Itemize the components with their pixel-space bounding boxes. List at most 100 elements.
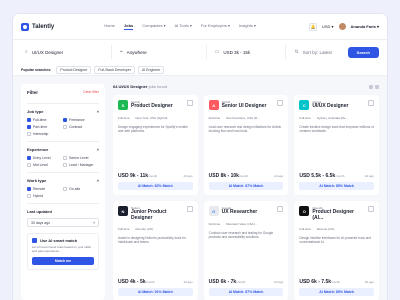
bookmark-icon[interactable] [186, 100, 193, 106]
search-button[interactable]: Search [347, 46, 379, 58]
location-field[interactable]: ⌖ Anywhere [116, 45, 207, 59]
top-nav: Talently Home Jobs Companies ▾ AI Tools … [13, 14, 387, 40]
job-title[interactable]: Product Designer [131, 103, 184, 110]
bookmark-icon[interactable] [277, 206, 284, 212]
checkbox-part-time[interactable]: Part-time [27, 125, 63, 129]
ai-match-badge[interactable]: AI Match: 91% Match [118, 288, 193, 296]
job-card[interactable]: C Canva UI/UX Designer Full-time Sydney,… [294, 95, 379, 195]
main-content: Filter Clear filter Job type ˄ Full-time … [13, 76, 387, 300]
checkbox-full-time[interactable]: Full-time [27, 118, 63, 122]
main-menu: Home Jobs Companies ▾ AI Tools ▾ For Emp… [104, 23, 256, 30]
view-toggle[interactable] [369, 84, 379, 89]
option-label: Full-time [33, 118, 47, 122]
job-type: Full-time [208, 116, 221, 120]
chevron-up-icon: ˄ [96, 178, 99, 183]
user-name[interactable]: Ananda Faris ▾ [351, 24, 379, 29]
job-type: Full-time [208, 222, 221, 226]
list-view-icon[interactable] [375, 84, 379, 89]
ai-match-title: Use AI smart match [32, 238, 94, 243]
checkbox-icon [27, 118, 31, 122]
nav-item-insights[interactable]: Insights ▾ [239, 23, 256, 30]
select-value: 30 days ago [31, 220, 51, 225]
job-title[interactable]: Product Designer (AI... [312, 209, 365, 221]
clear-filter-link[interactable]: Clear filter [83, 90, 99, 95]
job-title[interactable]: Senior UI Designer [222, 103, 275, 110]
posted-ago: 4d ago [364, 174, 374, 178]
nav-item-home[interactable]: Home [104, 23, 115, 30]
popular-chip[interactable]: AI Engineer [137, 65, 165, 74]
salary: USD 6k - 7.5k/month [299, 279, 341, 285]
bookmark-icon[interactable] [277, 100, 284, 106]
match-me-button[interactable]: Match me [32, 256, 94, 265]
nav-item-jobs[interactable]: Jobs [123, 23, 134, 30]
posted-ago: 5d ago [274, 280, 284, 284]
nav-item-employers[interactable]: For Employers ▾ [201, 23, 230, 30]
checkbox-remote[interactable]: Remote [27, 187, 63, 191]
job-card[interactable]: N Notion Junior Product Designer Full-ti… [113, 201, 198, 300]
salary: USD 5.5k - 6.5k/month [299, 173, 345, 179]
bell-icon[interactable]: 🔔 [308, 22, 317, 31]
ai-match-badge[interactable]: AI Match: 82% Match [118, 182, 193, 190]
grid-view-icon[interactable] [369, 84, 373, 89]
brand[interactable]: Talently [21, 22, 54, 31]
checkbox-icon [63, 163, 67, 167]
job-card[interactable]: O OpenAI Product Designer (AI... Full-ti… [294, 201, 379, 300]
checkbox-hybrid[interactable]: Hybrid [27, 194, 63, 198]
checkbox-icon [63, 125, 67, 129]
checkbox-lead-manager[interactable]: Lead / Manager [63, 163, 99, 167]
experience-section: Experience ˄ Entry Level Senior Level Mid… [27, 141, 99, 167]
job-location: New York, USA (Hybrid) [135, 116, 168, 120]
bookmark-icon[interactable] [186, 206, 193, 212]
ai-match-badge[interactable]: AI Match: 89% Match [299, 288, 374, 296]
section-title[interactable]: Job type ˄ [27, 109, 99, 114]
last-updated-select[interactable]: 30 days ago ˅ [27, 218, 99, 227]
popular-chip[interactable]: Product Designer [56, 65, 92, 74]
job-card[interactable]: G Google UX Researcher Full-time Mountai… [203, 201, 289, 300]
sort-select[interactable]: ⇅ Sort by: Latest [290, 45, 343, 59]
option-label: Hybrid [33, 194, 44, 198]
checkbox-internship[interactable]: Internship [27, 132, 63, 136]
posted-ago: 2d ago [183, 174, 193, 178]
option-label: Freelance [69, 118, 85, 122]
checkbox-on-site[interactable]: On-site [63, 187, 99, 191]
checkbox-mid-level[interactable]: Mid Level [27, 163, 63, 167]
filter-header: Filter Clear filter [27, 90, 99, 95]
option-label: Lead / Manager [69, 163, 94, 167]
checkbox-contract[interactable]: Contract [63, 125, 99, 129]
job-type: Full-time [118, 116, 130, 120]
jobs-panel: 64 UI/UX Designer jobs found S Spotify P… [113, 84, 379, 300]
ai-match-card: Use AI smart match Let AI recommend role… [27, 233, 99, 270]
job-title[interactable]: Junior Product Designer [131, 209, 184, 221]
ai-match-badge[interactable]: AI Match: 85% Match [299, 182, 374, 190]
checkbox-senior-level[interactable]: Senior Level [63, 156, 99, 160]
job-location: Remote (US) [316, 227, 335, 231]
chevron-up-icon: ˄ [96, 147, 99, 152]
nav-item-companies[interactable]: Companies ▾ [142, 23, 165, 30]
currency-select[interactable]: USD ▾ [322, 24, 334, 29]
location-value: Anywhere [126, 49, 147, 55]
checkbox-icon [27, 187, 31, 191]
job-description: Design engaging experiences for Spotify'… [118, 125, 188, 134]
chevron-up-icon: ˄ [96, 109, 99, 114]
checkbox-icon [27, 132, 31, 136]
section-title[interactable]: Work type ˄ [27, 178, 99, 183]
bookmark-icon[interactable] [367, 206, 374, 212]
ai-match-badge[interactable]: AI Match: 87% Match [208, 288, 284, 296]
popular-chip[interactable]: Full-Stack Developer [94, 65, 135, 74]
keyword-field[interactable]: ⌕ UI/UX Designer [21, 45, 112, 59]
avatar[interactable] [338, 23, 346, 30]
bookmark-icon[interactable] [367, 100, 374, 106]
ai-match-badge[interactable]: AI Match: 87% Match [208, 182, 284, 190]
job-title[interactable]: UX Researcher [222, 209, 275, 216]
section-title[interactable]: Experience ˄ [27, 147, 99, 152]
job-card[interactable]: S Spotify Product Designer Full-time New… [113, 95, 198, 195]
checkbox-freelance[interactable]: Freelance [63, 118, 99, 122]
checkbox-entry-level[interactable]: Entry Level [27, 156, 63, 160]
job-card[interactable]: A Airbnb Senior UI Designer Full-time Sa… [203, 95, 289, 195]
job-type: Full-time [118, 227, 130, 231]
job-title[interactable]: UI/UX Designer [312, 103, 365, 110]
posted-ago: 4d ago [183, 280, 193, 284]
salary-field[interactable]: ▭ USD 3k - 15k [211, 45, 287, 59]
job-description: Conduct user research and testing for Go… [208, 231, 274, 240]
nav-item-ai-tools[interactable]: AI Tools ▾ [175, 23, 192, 30]
